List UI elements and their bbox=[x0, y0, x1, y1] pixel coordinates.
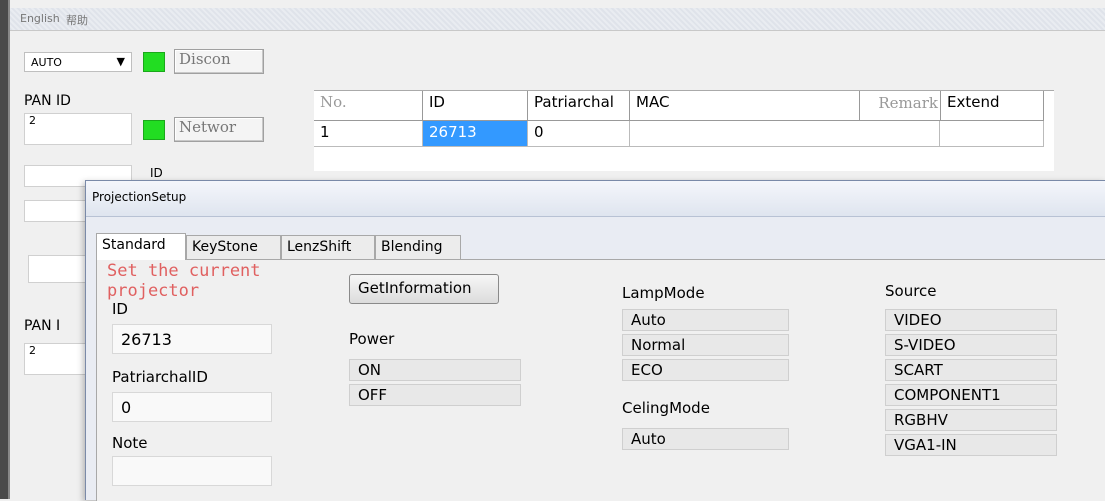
discon-button[interactable]: Discon bbox=[174, 49, 264, 74]
connection-status-indicator bbox=[143, 52, 165, 72]
col-header-extend[interactable]: Extend bbox=[940, 91, 1044, 121]
table-cell-no[interactable]: 1 bbox=[314, 121, 423, 147]
menu-english[interactable]: English bbox=[20, 12, 60, 25]
standard-tab-panel: Set the current projector ID 26713 Patri… bbox=[96, 259, 1105, 501]
source-option-vga1-in[interactable]: VGA1-IN bbox=[885, 434, 1057, 456]
window-left-border bbox=[0, 0, 8, 499]
table-cell-id[interactable]: 26713 bbox=[423, 121, 528, 147]
get-information-button[interactable]: GetInformation bbox=[349, 274, 499, 304]
celing-option-auto[interactable]: Auto bbox=[622, 428, 789, 450]
pan-id-label-2: PAN I bbox=[24, 318, 61, 334]
note-field[interactable] bbox=[112, 456, 272, 486]
network-button[interactable]: Networ bbox=[174, 117, 264, 142]
lamp-mode-label: LampMode bbox=[622, 284, 705, 302]
note-label: Note bbox=[112, 434, 148, 452]
dialog-body: Standard KeyStone LenzShift Blending Set… bbox=[91, 223, 1105, 501]
lamp-option-normal[interactable]: Normal bbox=[622, 334, 789, 356]
chevron-down-icon[interactable]: ▼ bbox=[117, 55, 125, 68]
celing-mode-label: CelingMode bbox=[622, 399, 710, 417]
table-cell-extend[interactable] bbox=[940, 121, 1044, 147]
table-cell-patriarchal[interactable]: 0 bbox=[528, 121, 630, 147]
source-option-rgbhv[interactable]: RGBHV bbox=[885, 409, 1057, 431]
id-partial-label: ID bbox=[150, 166, 163, 180]
tab-standard[interactable]: Standard bbox=[96, 233, 186, 260]
source-option-scart[interactable]: SCART bbox=[885, 359, 1057, 381]
source-option-video[interactable]: VIDEO bbox=[885, 309, 1057, 331]
patriarchal-id-label: PatriarchalID bbox=[112, 368, 208, 386]
pan-id-value-2: 2 bbox=[29, 344, 36, 357]
mode-dropdown[interactable]: AUTO ▼ bbox=[24, 52, 132, 72]
tab-blending[interactable]: Blending bbox=[375, 235, 461, 259]
tab-keystone[interactable]: KeyStone bbox=[186, 235, 281, 259]
id-field[interactable]: 26713 bbox=[112, 324, 272, 354]
col-header-no[interactable]: No. bbox=[314, 91, 423, 121]
col-header-id[interactable]: ID bbox=[423, 91, 528, 121]
power-option-on[interactable]: ON bbox=[349, 359, 521, 381]
mode-dropdown-value: AUTO bbox=[31, 56, 62, 69]
projection-setup-dialog: ProjectionSetup Standard KeyStone LenzSh… bbox=[85, 180, 1105, 501]
table-cell-mac[interactable] bbox=[630, 121, 940, 147]
patriarchal-id-field[interactable]: 0 bbox=[112, 392, 272, 422]
source-label: Source bbox=[885, 282, 937, 300]
col-header-mac[interactable]: MAC bbox=[630, 91, 860, 121]
pan-id-label: PAN ID bbox=[24, 93, 71, 109]
id-label: ID bbox=[112, 300, 128, 318]
source-option-s-video[interactable]: S-VIDEO bbox=[885, 334, 1057, 356]
power-label: Power bbox=[349, 330, 395, 348]
set-current-hint-line1: Set the current bbox=[107, 261, 261, 281]
lamp-option-eco[interactable]: ECO bbox=[622, 359, 789, 381]
tab-lenzshift[interactable]: LenzShift bbox=[281, 235, 375, 259]
power-option-off[interactable]: OFF bbox=[349, 384, 521, 406]
network-status-indicator bbox=[143, 120, 165, 140]
lamp-option-auto[interactable]: Auto bbox=[622, 309, 789, 331]
set-current-hint-line2: projector bbox=[107, 281, 200, 301]
col-header-patriarchal[interactable]: Patriarchal bbox=[528, 91, 630, 121]
dialog-title: ProjectionSetup bbox=[92, 190, 187, 204]
pan-id-value: 2 bbox=[29, 114, 36, 127]
device-table: No. ID Patriarchal MAC Remark Extend 1 2… bbox=[314, 90, 1054, 171]
col-header-remark[interactable]: Remark bbox=[860, 94, 938, 112]
source-option-component1[interactable]: COMPONENT1 bbox=[885, 384, 1057, 406]
menu-help[interactable]: 帮助 bbox=[66, 12, 88, 28]
menu-bar bbox=[10, 8, 1105, 31]
dialog-title-bar[interactable]: ProjectionSetup bbox=[86, 181, 1105, 217]
pan-id-field[interactable]: 2 bbox=[24, 113, 132, 145]
